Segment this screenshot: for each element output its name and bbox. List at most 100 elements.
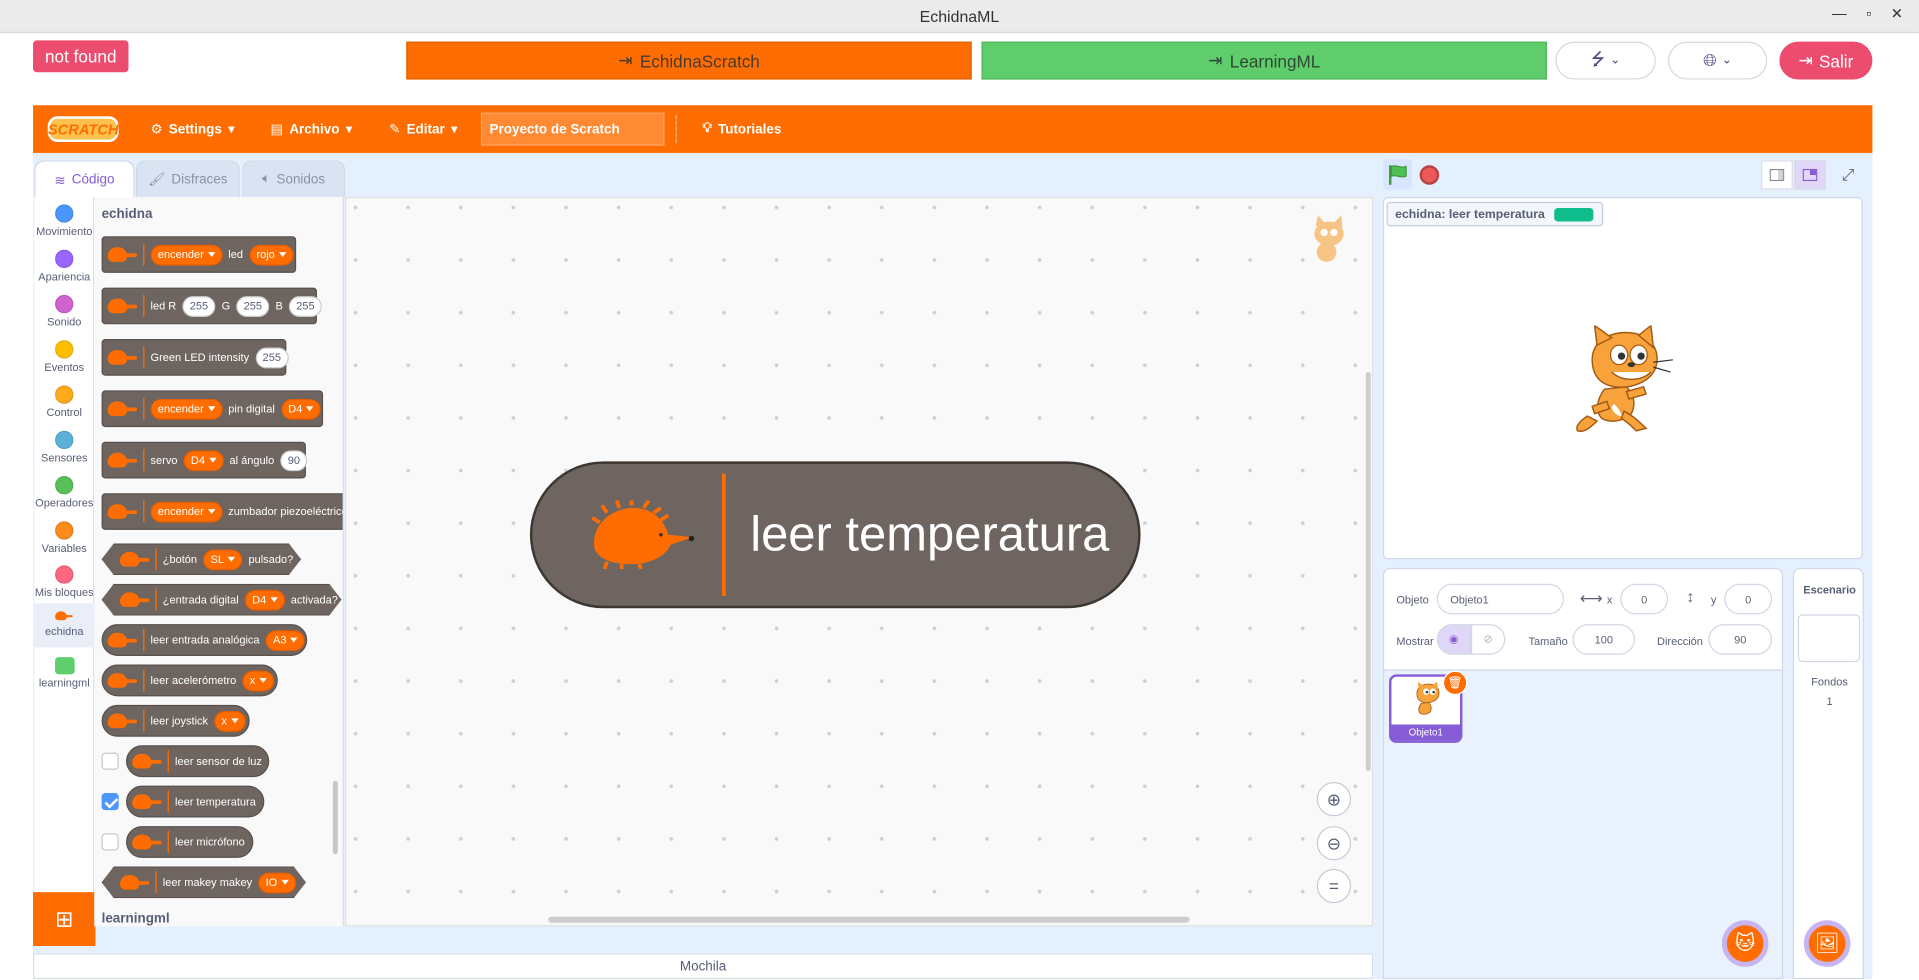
add-sprite-button[interactable]: 🐱︎ [1721,920,1769,967]
size-input[interactable]: 100 [1572,624,1635,655]
backdrop-thumbnail[interactable] [1797,614,1861,663]
code-icon: ≋ [54,173,66,188]
close-icon[interactable]: ✕ [1886,5,1908,22]
category-control[interactable]: Control [34,385,94,419]
block-divider [167,830,169,853]
delete-sprite-button[interactable]: 🗑︎ [1442,670,1468,696]
category-apariencia[interactable]: Apariencia [34,249,94,283]
block-dropdown[interactable]: D4 [183,449,224,471]
workspace-horizontal-scrollbar[interactable] [548,916,1190,923]
category-sensores[interactable]: Sensores [34,430,94,464]
category-variables[interactable]: Variables [34,521,94,554]
block-leer-acelerometro[interactable]: leer acelerómetro x [101,664,278,697]
y-label: y [1710,593,1717,606]
block-dropdown[interactable]: x [214,710,246,732]
archivo-menu[interactable]: ▤ Archivo ▾ [270,105,352,153]
zoom-reset-button[interactable]: = [1316,868,1352,904]
block-dropdown[interactable]: rojo [249,244,294,265]
category-learningml[interactable]: learningml [34,657,94,689]
scratch-logo[interactable]: SCRATCH [47,116,119,142]
show-sprite-button[interactable]: ◉ [1436,624,1472,655]
block-dropdown[interactable]: encender [150,244,223,265]
workspace-vertical-scrollbar[interactable] [1365,372,1371,771]
tab-code[interactable]: ≋ Código [34,160,135,199]
tutoriales-button[interactable]: 💡︎ Tutoriales [702,105,781,153]
block-dropdown[interactable]: encender [150,398,223,420]
block-leer-joystick[interactable]: leer joystick x [101,704,250,737]
block-dropdown[interactable]: x [242,670,274,691]
checkbox-sensor-de-luz[interactable] [101,752,119,770]
normal-stage-button[interactable] [1794,160,1826,190]
settings-menu[interactable]: ⚙ Settings ▾ [151,105,235,153]
checkbox-microfono[interactable] [101,833,119,851]
minimize-icon[interactable]: — [1828,5,1850,22]
number-input[interactable]: 255 [288,295,323,317]
learningml-button[interactable]: ⇥ LearningML [981,41,1547,80]
block-green-led-intensity[interactable]: Green LED intensity 255 [101,338,289,376]
checkbox-temperatura[interactable] [101,793,119,811]
palette-scrollbar[interactable] [332,780,338,855]
block-dropdown[interactable]: A3 [265,629,305,651]
variable-monitor[interactable]: echidna: leer temperatura [1386,201,1604,227]
block-entrada-digital-activada[interactable]: ¿entrada digital D4 activada? [102,584,342,616]
tab-costumes[interactable]: 🖌︎ Disfraces [135,160,240,198]
maximize-icon[interactable]: ▫ [1858,5,1880,22]
echidna-icon [54,611,74,622]
language-button[interactable]: 🌐︎ ⌄ [1668,41,1768,80]
block-dropdown[interactable]: IO [258,872,295,893]
mostrar-label: Mostrar [1396,635,1434,648]
echidna-scratch-button[interactable]: ⇥ EchidnaScratch [406,41,972,80]
block-text: leer micrófono [175,835,245,849]
block-encender-pin-digital[interactable]: encender pin digital D4 [101,390,324,428]
stage-selector-panel[interactable]: Escenario Fondos 1 [1792,567,1864,980]
block-leer-microfono[interactable]: leer micrófono [126,826,254,858]
block-dropdown[interactable]: SL [203,549,242,570]
tab-sounds[interactable]: 🔈︎ Sonidos [242,160,346,198]
number-input[interactable]: 90 [280,449,308,471]
number-input[interactable]: 255 [255,346,289,368]
block-leer-makey-makey[interactable]: leer makey makey IO [102,866,306,898]
workspace-block-leer-temperatura[interactable]: leer temperatura [529,461,1141,609]
sprite-cat[interactable] [1570,323,1674,434]
block-divider [155,548,156,570]
small-stage-button[interactable] [1761,160,1793,190]
hide-sprite-button[interactable]: ⊘ [1471,624,1506,655]
editar-menu[interactable]: ✎ Editar ▾ [389,105,457,153]
block-leer-entrada-analogica[interactable]: leer entrada analógica A3 [101,624,308,656]
salir-button[interactable]: ⇥ Salir [1779,41,1873,80]
not-found-badge[interactable]: not found [33,40,129,73]
category-operadores[interactable]: Operadores [34,476,94,509]
direction-input[interactable]: 90 [1708,624,1773,655]
block-boton-pulsado[interactable]: ¿botón SL pulsado? [102,543,301,575]
green-flag-button[interactable] [1382,159,1413,190]
y-input[interactable]: 0 [1724,583,1773,615]
usb-connection-button[interactable]: ⭍ ⌄ [1555,41,1656,80]
block-leer-sensor-de-luz[interactable]: leer sensor de luz [126,745,270,778]
block-dropdown[interactable]: D4 [280,398,321,420]
block-dropdown[interactable]: encender [150,501,223,522]
block-leer-temperatura[interactable]: leer temperatura [126,785,265,818]
add-extension-button[interactable]: ⊞ [33,892,96,946]
category-sonido[interactable]: Sonido [34,294,94,328]
x-input[interactable]: 0 [1620,583,1669,615]
sprite-name-input[interactable]: Objeto1 [1436,583,1565,615]
block-servo[interactable]: servo D4 al ángulo 90 [101,441,308,479]
block-encender-zumbador[interactable]: encender zumbador piezoeléctrico [101,493,343,530]
category-mis-bloques[interactable]: Mis bloques [34,565,94,598]
zoom-in-button[interactable]: ⊕ [1316,782,1352,817]
category-eventos[interactable]: Eventos [34,340,94,373]
project-title-input[interactable]: Proyecto de Scratch [480,112,665,146]
block-led-rgb[interactable]: led R 255 G 255 B 255 [101,287,323,325]
stop-button[interactable] [1419,165,1440,185]
fullscreen-button[interactable]: ⤢ [1832,160,1864,189]
block-text: leer joystick [150,714,209,727]
block-dropdown[interactable]: D4 [245,589,285,610]
category-echidna[interactable]: echidna [34,603,95,648]
backpack-bar[interactable]: Mochila [33,953,1374,980]
zoom-out-button[interactable]: ⊖ [1316,826,1352,861]
number-input[interactable]: 255 [236,295,270,317]
category-movimiento[interactable]: Movimiento [34,204,94,237]
block-encender-led[interactable]: encender led rojo [101,236,297,273]
number-input[interactable]: 255 [182,295,216,317]
add-backdrop-button[interactable]: 🖼︎ [1803,920,1851,967]
